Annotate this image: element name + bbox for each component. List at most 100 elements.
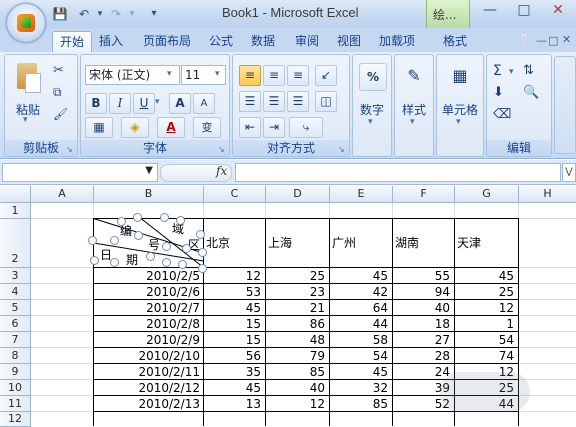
number-dropdown-icon[interactable]: ▾: [368, 117, 373, 127]
tab-formulas[interactable]: 公式: [202, 31, 240, 52]
expand-formula-bar-icon[interactable]: ⋁: [562, 163, 576, 182]
formula-input[interactable]: [235, 163, 561, 182]
office-button[interactable]: [6, 3, 46, 43]
value-cell[interactable]: 25: [455, 284, 517, 300]
merge-center-button[interactable]: ◫: [315, 91, 337, 112]
date-cell[interactable]: 2010/2/10: [94, 348, 203, 364]
borders-button[interactable]: ▦: [85, 117, 113, 138]
orientation-button[interactable]: ↙: [315, 65, 337, 86]
value-cell[interactable]: 25: [266, 268, 328, 284]
save-icon[interactable]: 💾: [52, 6, 68, 22]
workbook-close-icon[interactable]: ✕: [562, 33, 571, 46]
value-cell[interactable]: 12: [204, 268, 264, 284]
value-cell[interactable]: 12: [266, 396, 328, 412]
value-cell[interactable]: 35: [204, 364, 264, 380]
value-cell[interactable]: 86: [266, 316, 328, 332]
date-cell[interactable]: 2010/2/13: [94, 396, 203, 412]
value-cell[interactable]: 24: [393, 364, 453, 380]
value-cell[interactable]: 85: [266, 364, 328, 380]
underline-button[interactable]: U: [133, 93, 155, 114]
value-cell[interactable]: 32: [330, 380, 391, 396]
styles-dropdown-icon[interactable]: ▾: [410, 117, 415, 127]
format-painter-icon[interactable]: 🖌: [53, 107, 68, 121]
phonetic-button[interactable]: 变: [193, 117, 221, 138]
worksheet-grid[interactable]: A B C D E F G H 1 2 3 4 5 6 7 8 9 10 11 …: [0, 186, 576, 427]
clipboard-launcher-icon[interactable]: ↘: [66, 145, 75, 154]
shrink-font-button[interactable]: A: [193, 93, 215, 114]
font-color-button[interactable]: A: [157, 117, 185, 138]
paste-label[interactable]: 粘贴: [11, 101, 45, 118]
value-cell[interactable]: 56: [204, 348, 264, 364]
wrap-text-button[interactable]: ⤷: [289, 117, 323, 138]
number-format-icon[interactable]: %: [359, 63, 387, 91]
font-size-dropdown-icon[interactable]: ▾: [215, 69, 220, 79]
number-button-label[interactable]: 数字: [353, 101, 391, 118]
value-cell[interactable]: 23: [266, 284, 328, 300]
close-icon[interactable]: ✕: [540, 0, 576, 20]
align-middle-button[interactable]: ≡: [263, 65, 285, 86]
value-cell[interactable]: 45: [330, 268, 391, 284]
value-cell[interactable]: 58: [330, 332, 391, 348]
tab-review[interactable]: 审阅: [288, 31, 326, 52]
value-cell[interactable]: 74: [455, 348, 517, 364]
undo-icon[interactable]: ↶: [76, 6, 92, 22]
alignment-launcher-icon[interactable]: ↘: [338, 145, 347, 154]
copy-icon[interactable]: ⧉: [53, 85, 62, 100]
styles-icon[interactable]: ✎: [401, 63, 427, 89]
redo-dropdown-icon[interactable]: ▾: [124, 6, 140, 22]
date-cell[interactable]: 2010/2/6: [94, 284, 203, 300]
sort-filter-icon[interactable]: ⇅: [523, 63, 534, 78]
decrease-indent-button[interactable]: ⇤: [239, 117, 261, 138]
paste-button[interactable]: [13, 61, 43, 97]
value-cell[interactable]: 54: [455, 332, 517, 348]
tab-addins[interactable]: 加载项: [372, 31, 422, 52]
bold-button[interactable]: B: [85, 93, 107, 114]
value-cell[interactable]: 15: [204, 316, 264, 332]
date-cell[interactable]: 2010/2/11: [94, 364, 203, 380]
maximize-icon[interactable]: □: [506, 0, 542, 20]
cells-dropdown-icon[interactable]: ▾: [456, 117, 461, 127]
value-cell[interactable]: 44: [330, 316, 391, 332]
value-cell[interactable]: 42: [330, 284, 391, 300]
styles-button-label[interactable]: 样式: [395, 101, 433, 118]
value-cell[interactable]: 85: [330, 396, 391, 412]
value-cell[interactable]: 45: [330, 364, 391, 380]
italic-button[interactable]: I: [109, 93, 131, 114]
value-cell[interactable]: 64: [330, 300, 391, 316]
value-cell[interactable]: 21: [266, 300, 328, 316]
find-select-icon[interactable]: 🔍: [523, 85, 539, 100]
minimize-icon[interactable]: —: [472, 0, 508, 20]
autosum-dropdown-icon[interactable]: ▾: [509, 67, 514, 77]
date-cell[interactable]: 2010/2/8: [94, 316, 203, 332]
fill-color-button[interactable]: ◈: [121, 117, 149, 138]
tab-view[interactable]: 视图: [330, 31, 368, 52]
tab-page-layout[interactable]: 页面布局: [136, 31, 198, 52]
value-cell[interactable]: 40: [266, 380, 328, 396]
date-cell[interactable]: 2010/2/5: [94, 268, 203, 284]
value-cell[interactable]: 45: [204, 380, 264, 396]
value-cell[interactable]: 13: [204, 396, 264, 412]
value-cell[interactable]: 45: [204, 300, 264, 316]
paste-dropdown-icon[interactable]: ▾: [23, 115, 28, 125]
value-cell[interactable]: 15: [204, 332, 264, 348]
font-name-dropdown-icon[interactable]: ▾: [167, 69, 172, 79]
font-launcher-icon[interactable]: ↘: [218, 145, 227, 154]
name-box[interactable]: ▼: [2, 163, 158, 182]
value-cell[interactable]: 1: [455, 316, 517, 332]
value-cell[interactable]: 55: [393, 268, 453, 284]
tab-data[interactable]: 数据: [244, 31, 282, 52]
undo-dropdown-icon[interactable]: ▾: [92, 6, 108, 22]
align-bottom-button[interactable]: ≡: [287, 65, 309, 86]
name-box-dropdown-icon[interactable]: ▼: [145, 165, 153, 176]
value-cell[interactable]: 53: [204, 284, 264, 300]
date-cell[interactable]: 2010/2/7: [94, 300, 203, 316]
value-cell[interactable]: 18: [393, 316, 453, 332]
value-cell[interactable]: 28: [393, 348, 453, 364]
date-cell[interactable]: 2010/2/9: [94, 332, 203, 348]
align-center-button[interactable]: ☰: [263, 91, 285, 112]
clear-icon[interactable]: ⌫: [493, 107, 511, 122]
value-cell[interactable]: 79: [266, 348, 328, 364]
date-cell[interactable]: 2010/2/12: [94, 380, 203, 396]
autosum-button[interactable]: Σ: [493, 63, 502, 79]
align-left-button[interactable]: ☰: [239, 91, 261, 112]
